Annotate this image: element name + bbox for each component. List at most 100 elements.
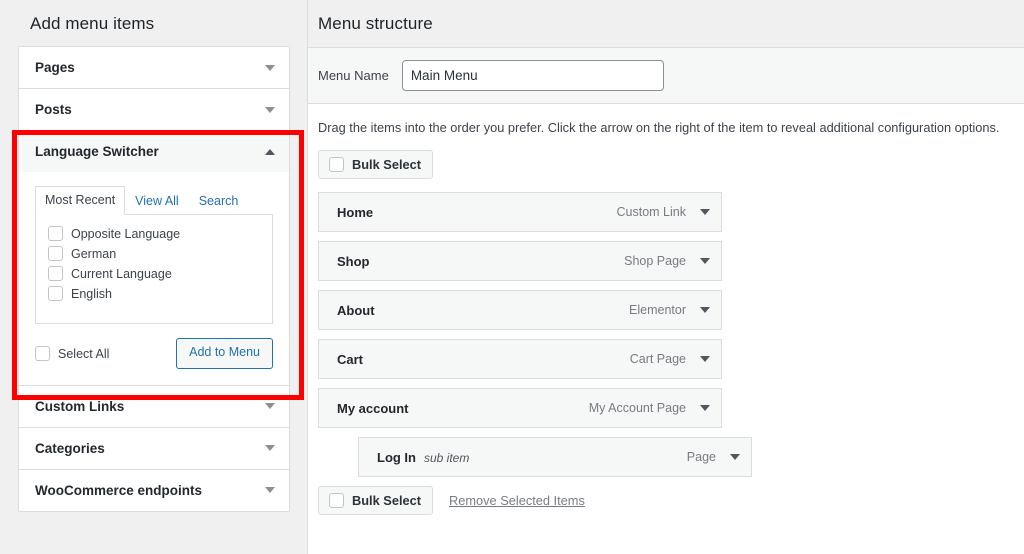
menu-structure-panel: Menu structure Menu Name Drag the items … <box>308 0 1024 554</box>
add-menu-items-panel: Add menu items Pages Posts Language Sw <box>0 0 308 554</box>
menu-item-row-about[interactable]: About Elementor <box>318 290 722 330</box>
accordion-header-language-switcher[interactable]: Language Switcher <box>19 131 289 172</box>
accordion-label-pages: Pages <box>35 60 75 75</box>
list-item-label: English <box>71 287 112 301</box>
menu-item-title: About <box>337 303 375 318</box>
list-item[interactable]: Opposite Language <box>48 226 260 241</box>
menu-item-type: Cart Page <box>630 352 686 366</box>
menu-structure-title: Menu structure <box>308 0 1024 47</box>
chevron-down-icon[interactable] <box>700 307 710 313</box>
chevron-down-icon[interactable] <box>265 65 275 71</box>
menu-item-row-home[interactable]: Home Custom Link <box>318 192 722 232</box>
bulk-select-top-label: Bulk Select <box>352 157 421 172</box>
chevron-down-icon[interactable] <box>265 487 275 493</box>
accordion-item-custom-links: Custom Links <box>19 386 289 428</box>
menu-item-left: My account <box>337 401 409 416</box>
list-item[interactable]: English <box>48 286 260 301</box>
tab-search[interactable]: Search <box>189 187 249 215</box>
drag-hint-text: Drag the items into the order you prefer… <box>318 118 1014 137</box>
menu-item-left: About <box>337 303 375 318</box>
menu-item-left: Log In sub item <box>377 450 469 465</box>
list-item[interactable]: Current Language <box>48 266 260 281</box>
bulk-select-bottom-label: Bulk Select <box>352 493 421 508</box>
menu-item-title: Cart <box>337 352 363 367</box>
menu-item-row-shop[interactable]: Shop Shop Page <box>318 241 722 281</box>
select-all-label: Select All <box>58 347 109 361</box>
menu-item-left: Shop <box>337 254 370 269</box>
menu-item-type: Custom Link <box>617 205 686 219</box>
list-item[interactable]: German <box>48 246 260 261</box>
checkbox-english[interactable] <box>48 286 63 301</box>
list-item-label: German <box>71 247 116 261</box>
menu-item-row-my-account[interactable]: My account My Account Page <box>318 388 722 428</box>
menu-item-sub-note: sub item <box>424 451 469 465</box>
menu-item-title: My account <box>337 401 409 416</box>
accordion-header-pages[interactable]: Pages <box>19 47 289 88</box>
accordion-item-woocommerce-endpoints: WooCommerce endpoints <box>19 470 289 511</box>
menu-item-type: Elementor <box>629 303 686 317</box>
accordion-item-categories: Categories <box>19 428 289 470</box>
menu-name-row: Menu Name <box>308 47 1024 104</box>
menu-item-type: Shop Page <box>624 254 686 268</box>
menu-item-type: Page <box>687 450 716 464</box>
chevron-down-icon[interactable] <box>700 356 710 362</box>
bulk-select-bottom[interactable]: Bulk Select <box>318 486 433 515</box>
menu-item-left: Home <box>337 205 373 220</box>
menu-item-right: Custom Link <box>617 205 710 219</box>
menu-item-row-cart[interactable]: Cart Cart Page <box>318 339 722 379</box>
chevron-down-icon[interactable] <box>730 454 740 460</box>
menu-items-list: Home Custom Link Shop Shop Page <box>318 192 1014 477</box>
chevron-down-icon[interactable] <box>265 445 275 451</box>
language-switcher-tabs: Most Recent View All Search <box>35 186 273 215</box>
checkbox-german[interactable] <box>48 246 63 261</box>
checkbox-bulk-select-top[interactable] <box>329 157 344 172</box>
accordion-item-pages: Pages <box>19 47 289 89</box>
accordion-label-posts: Posts <box>35 102 72 117</box>
menu-item-title: Shop <box>337 254 370 269</box>
accordion-label-woocommerce-endpoints: WooCommerce endpoints <box>35 483 202 498</box>
menu-item-right: Shop Page <box>624 254 710 268</box>
menu-structure-footer: Bulk Select Remove Selected Items <box>318 486 1014 515</box>
menu-name-label: Menu Name <box>318 68 389 83</box>
accordion-label-language-switcher: Language Switcher <box>35 144 159 159</box>
language-switcher-footer: Select All Add to Menu <box>35 338 273 369</box>
chevron-down-icon[interactable] <box>700 209 710 215</box>
list-item-label: Current Language <box>71 267 172 281</box>
checkbox-bulk-select-bottom[interactable] <box>329 493 344 508</box>
accordion-header-custom-links[interactable]: Custom Links <box>19 386 289 427</box>
checkbox-select-all[interactable] <box>35 346 50 361</box>
language-list-panel: Opposite Language German Current Languag… <box>35 214 273 324</box>
remove-selected-items-link[interactable]: Remove Selected Items <box>449 493 585 508</box>
menu-item-right: Elementor <box>629 303 710 317</box>
chevron-down-icon[interactable] <box>265 107 275 113</box>
chevron-down-icon[interactable] <box>700 258 710 264</box>
add-to-menu-button[interactable]: Add to Menu <box>176 338 273 369</box>
checkbox-opposite-language[interactable] <box>48 226 63 241</box>
accordion-header-posts[interactable]: Posts <box>19 89 289 130</box>
metabox-accordion: Pages Posts Language Switcher <box>18 46 290 512</box>
accordion-header-woocommerce-endpoints[interactable]: WooCommerce endpoints <box>19 470 289 511</box>
menu-name-input[interactable] <box>402 60 664 91</box>
accordion-label-categories: Categories <box>35 441 105 456</box>
accordion-header-categories[interactable]: Categories <box>19 428 289 469</box>
chevron-down-icon[interactable] <box>700 405 710 411</box>
select-all-control[interactable]: Select All <box>35 346 109 361</box>
bulk-select-top[interactable]: Bulk Select <box>318 150 433 179</box>
tab-most-recent[interactable]: Most Recent <box>35 186 125 215</box>
wp-menu-editor: Add menu items Pages Posts Language Sw <box>0 0 1024 554</box>
checkbox-current-language[interactable] <box>48 266 63 281</box>
menu-item-title: Home <box>337 205 373 220</box>
menu-item-row-log-in[interactable]: Log In sub item Page <box>358 437 752 477</box>
chevron-down-icon[interactable] <box>265 403 275 409</box>
language-switcher-body: Most Recent View All Search Opposite Lan… <box>19 172 289 385</box>
accordion-item-language-switcher: Language Switcher Most Recent View All S… <box>19 131 289 386</box>
list-item-label: Opposite Language <box>71 227 180 241</box>
menu-item-type: My Account Page <box>589 401 686 415</box>
menu-structure-body: Drag the items into the order you prefer… <box>308 104 1024 515</box>
menu-item-right: My Account Page <box>589 401 710 415</box>
accordion-label-custom-links: Custom Links <box>35 399 124 414</box>
chevron-up-icon[interactable] <box>265 149 275 155</box>
menu-item-left: Cart <box>337 352 363 367</box>
add-menu-items-title: Add menu items <box>16 0 291 46</box>
tab-view-all[interactable]: View All <box>125 187 189 215</box>
